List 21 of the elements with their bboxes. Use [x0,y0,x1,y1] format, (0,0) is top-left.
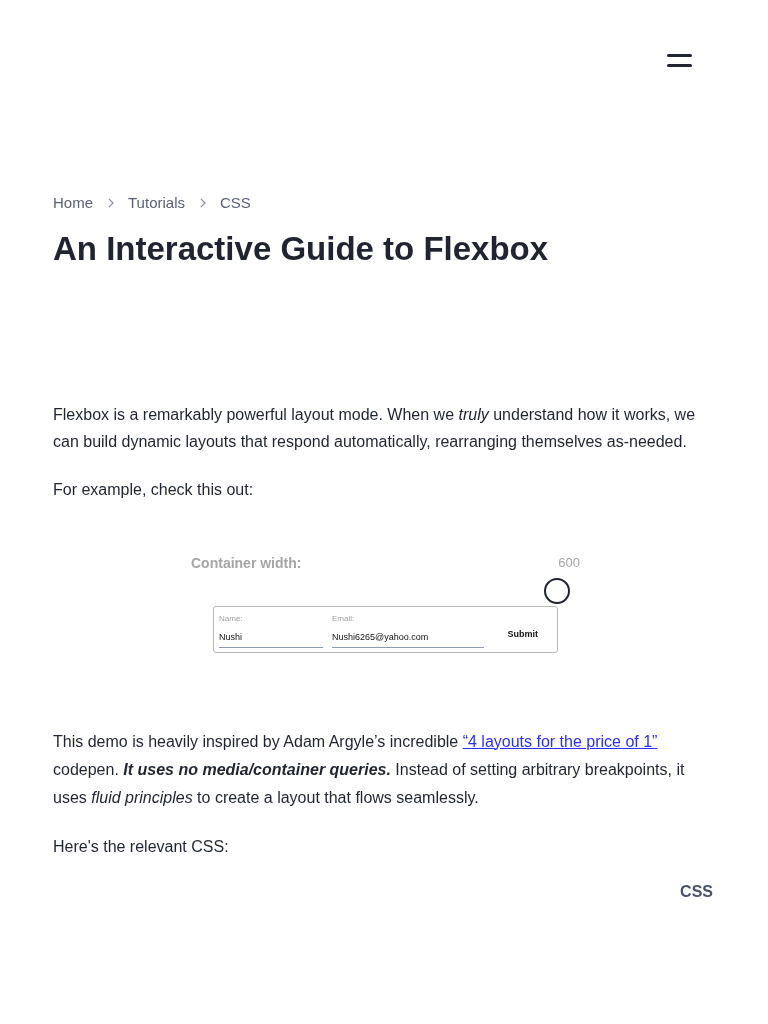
field-label: Email: [332,613,356,625]
codepen-link[interactable]: “4 layouts for the price of 1” [462,732,658,750]
code-language-label: CSS [680,881,713,902]
submit-button[interactable]: Submit [507,628,538,642]
paragraph: This demo is heavily inspired by Adam Argyle’s incredible “4 layouts for the price of 1” codepen. It uses no media/container queries. Instead of setting arbitrary breakpoints, it uses fluid principles to create a layout that flows seamlessly. [53,731,686,808]
input-field[interactable]: Nushi6265@yahoo.com [332,631,484,648]
intro-paragraph: Flexbox is a remarkably powerful layout mode. When we truly understand how it works, we can build dynamic layouts that respond automatically, rearranging themselves as-needed. [53,404,697,452]
chevron-right-icon [199,198,206,209]
breadcrumb-link[interactable]: Tutorials [128,192,185,215]
slider-value: 600 [558,553,580,572]
breadcrumb-link[interactable]: CSS [220,192,251,215]
chevron-right-icon [107,198,114,209]
breadcrumb-link[interactable]: Home [53,192,93,215]
slider-label: Container width: [191,553,302,573]
field-label: Name: [219,613,244,625]
page-title: An Interactive Guide to Flexbox [53,228,550,269]
paragraph: For example, check this out: [53,479,255,500]
input-field[interactable]: Nushi [219,631,323,648]
menu-icon[interactable] [667,54,692,67]
slider-thumb[interactable] [544,577,571,604]
paragraph: Here's the relevant CSS: [53,836,230,857]
